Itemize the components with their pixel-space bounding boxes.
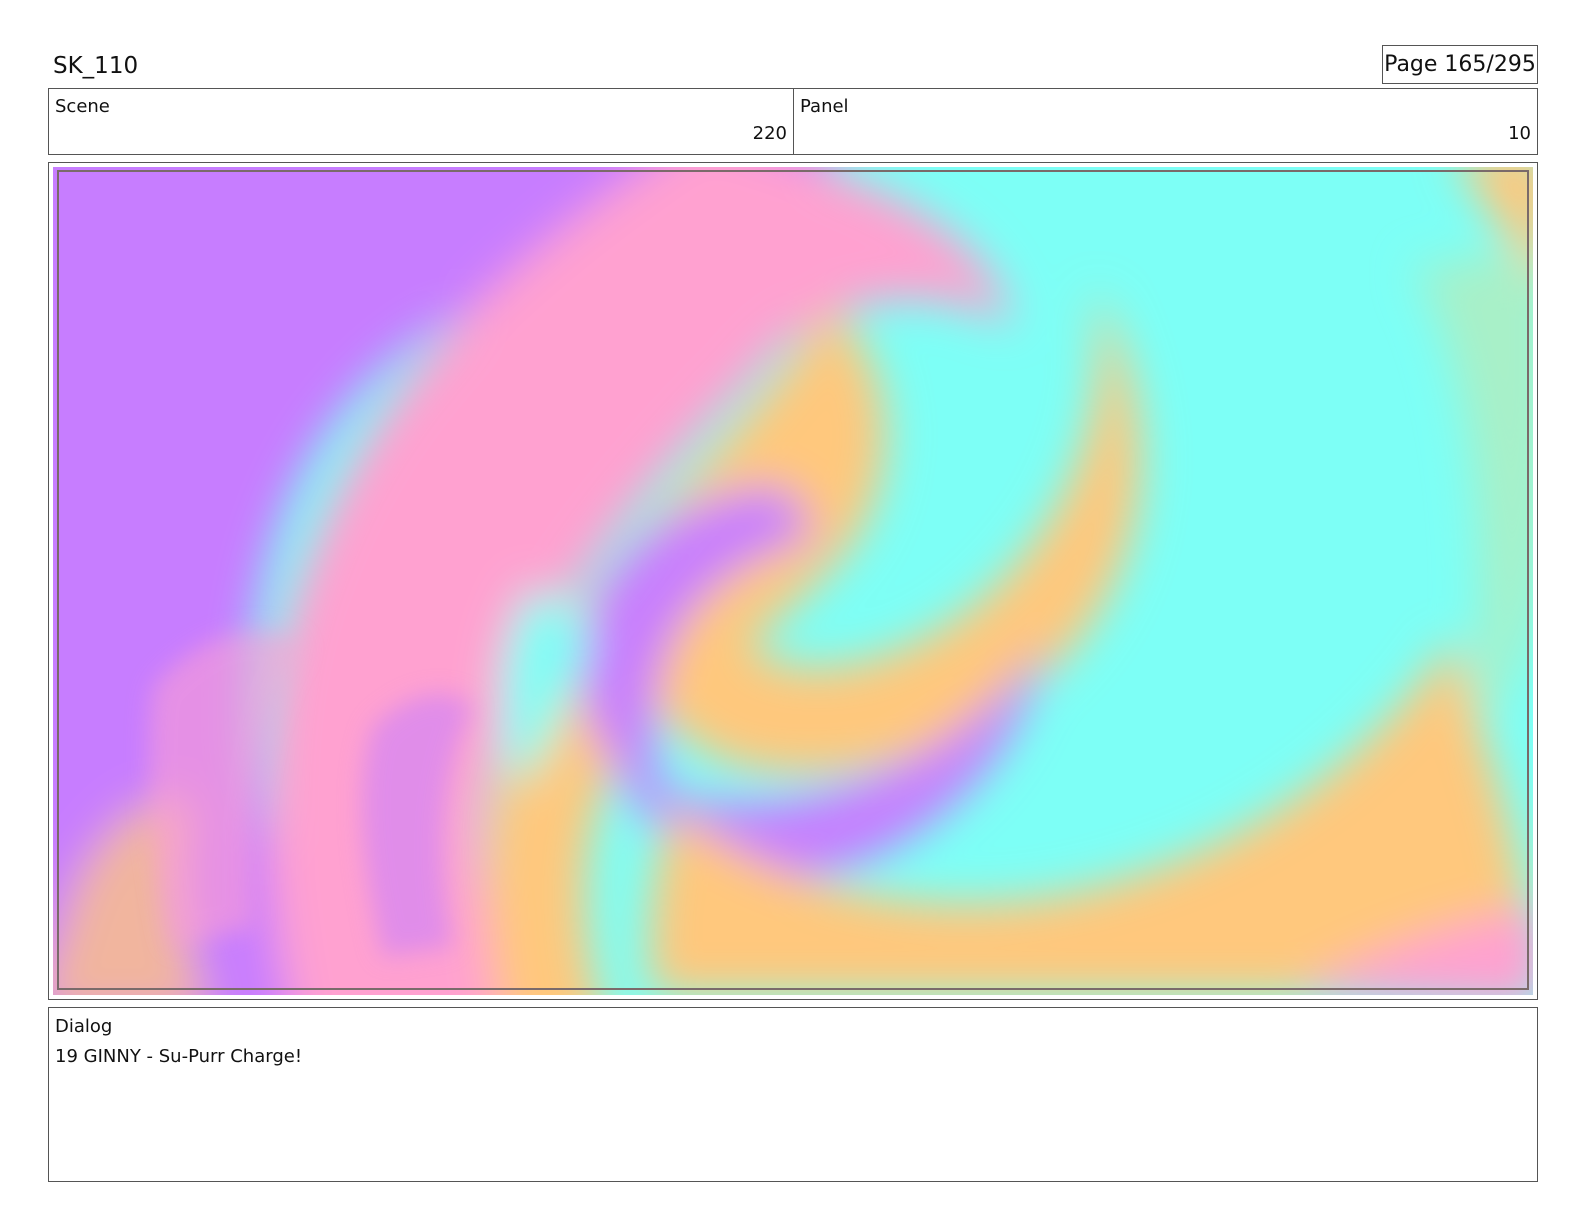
dialog-box: Dialog 19 GINNY - Su-Purr Charge!: [48, 1007, 1538, 1182]
scene-cell: Scene 220: [49, 89, 794, 154]
document-title: SK_110: [53, 53, 139, 79]
storyboard-panel-frame: [48, 162, 1538, 1000]
dialog-text: 19 GINNY - Su-Purr Charge!: [55, 1046, 303, 1067]
panel-cell: Panel 10: [794, 89, 1537, 154]
scene-panel-info-row: Scene 220 Panel 10: [48, 88, 1538, 155]
scene-label: Scene: [55, 96, 110, 117]
panel-number: 10: [1508, 123, 1531, 144]
scene-number: 220: [752, 123, 787, 144]
panel-label: Panel: [800, 96, 849, 117]
page-indicator: Page 165/295: [1382, 45, 1538, 84]
storyboard-panel-image: [53, 167, 1533, 995]
dialog-label: Dialog: [55, 1016, 113, 1037]
